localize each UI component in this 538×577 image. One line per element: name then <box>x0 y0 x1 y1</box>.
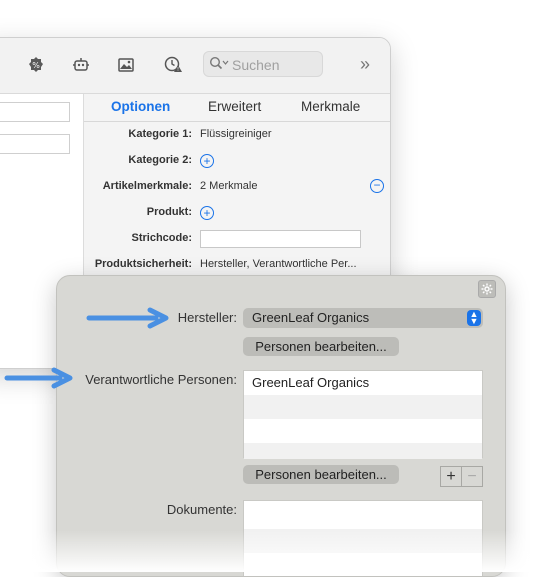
svg-text:!: ! <box>177 67 179 73</box>
add-kategorie-2-icon[interactable]: + <box>200 154 214 168</box>
edit-persons-button[interactable]: Personen bearbeiten... <box>243 337 399 356</box>
list-item[interactable] <box>244 395 482 419</box>
arrow-responsible-persons-icon <box>4 367 73 389</box>
tab-merkmale[interactable]: Merkmale <box>301 99 360 114</box>
tab-optionen[interactable]: Optionen <box>111 99 170 114</box>
produkt-label: Produkt: <box>146 206 192 218</box>
search-input[interactable]: Suchen <box>203 51 323 77</box>
list-item[interactable] <box>244 419 482 443</box>
kategorie-1-value[interactable]: Flüssigreiniger <box>200 128 272 140</box>
artikelmerkmale-value[interactable]: 2 Merkmale <box>200 180 257 192</box>
responsible-persons-list[interactable]: GreenLeaf Organics <box>243 370 483 459</box>
tab-bar: Optionen Erweitert Merkmale <box>84 94 390 122</box>
gear-icon[interactable] <box>478 280 496 298</box>
left-text-field-2[interactable] <box>0 134 70 154</box>
row-artikelmerkmale: Artikelmerkmale: 2 Merkmale − <box>84 177 390 199</box>
row-produktsicherheit: Produktsicherheit: Hersteller, Verantwor… <box>84 255 390 277</box>
hersteller-select[interactable]: GreenLeaf Organics ▲ ▼ <box>243 308 483 328</box>
robot-icon[interactable] <box>70 54 92 76</box>
search-placeholder: Suchen <box>232 57 280 73</box>
hersteller-value: GreenLeaf Organics <box>252 310 370 325</box>
produktsicherheit-label: Produktsicherheit: <box>94 258 192 270</box>
image-icon[interactable] <box>115 54 137 76</box>
row-kategorie-1: Kategorie 1: Flüssigreiniger <box>84 125 390 147</box>
hersteller-label: Hersteller: <box>177 310 237 325</box>
strichcode-field[interactable] <box>200 230 361 248</box>
arrow-hersteller-icon <box>86 307 169 329</box>
toolbar: % ! Suchen » <box>0 38 390 94</box>
row-kategorie-2: Kategorie 2: + <box>84 151 390 173</box>
kategorie-2-label: Kategorie 2: <box>128 154 192 166</box>
responsible-persons-label: Verantwortliche Personen: <box>85 372 237 387</box>
svg-text:%: % <box>32 61 40 70</box>
list-item[interactable]: GreenLeaf Organics <box>244 371 482 395</box>
edit-persons-button-2[interactable]: Personen bearbeiten... <box>243 465 399 484</box>
tab-erweitert[interactable]: Erweitert <box>208 99 261 114</box>
clock-alert-icon[interactable]: ! <box>163 54 185 76</box>
chevron-updown-icon: ▲ ▼ <box>467 310 481 326</box>
kategorie-1-label: Kategorie 1: <box>128 128 192 140</box>
remove-artikelmerkmale-icon[interactable]: − <box>370 179 384 193</box>
add-produkt-icon[interactable]: + <box>200 206 214 220</box>
produktsicherheit-value[interactable]: Hersteller, Verantwortliche Per... <box>200 258 357 270</box>
badge-icon[interactable]: % <box>25 54 47 76</box>
list-item[interactable] <box>244 443 482 459</box>
add-person-button[interactable]: + <box>441 467 462 486</box>
bottom-fade <box>0 530 538 572</box>
search-icon <box>209 56 231 77</box>
row-produkt: Produkt: + <box>84 203 390 225</box>
left-text-field-1[interactable] <box>0 102 70 122</box>
strichcode-label: Strichcode: <box>131 232 192 244</box>
remove-person-button[interactable]: − <box>462 467 482 486</box>
row-strichcode: Strichcode: <box>84 229 390 251</box>
documents-label: Dokumente: <box>166 502 237 517</box>
toolbar-overflow-icon[interactable]: » <box>360 54 370 75</box>
add-remove-control: + − <box>440 466 483 487</box>
artikelmerkmale-label: Artikelmerkmale: <box>102 180 192 192</box>
